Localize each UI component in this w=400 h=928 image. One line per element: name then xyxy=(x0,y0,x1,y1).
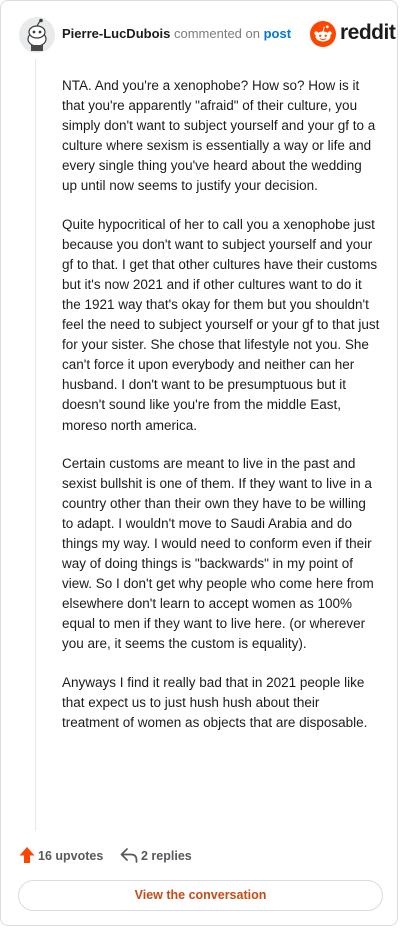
comment-paragraph: Quite hypocritical of her to call you a … xyxy=(62,216,380,433)
thread-line[interactable] xyxy=(35,59,36,831)
username[interactable]: Pierre-LucDubois xyxy=(62,26,170,41)
comment-header: Pierre-LucDubois commented on post reddi… xyxy=(17,15,396,55)
reply-count[interactable]: 2 replies xyxy=(141,849,192,863)
upvote-count: 16 upvotes xyxy=(38,849,104,863)
reddit-snoo-icon xyxy=(310,21,336,47)
comment-card: Pierre-LucDubois commented on post reddi… xyxy=(0,0,398,926)
view-conversation-button[interactable]: View the conversation xyxy=(18,880,383,911)
reply-arrow-icon[interactable] xyxy=(120,846,138,864)
post-link[interactable]: post xyxy=(264,26,291,41)
upvote-arrow-icon[interactable] xyxy=(19,846,35,864)
comment-paragraph: NTA. And you're a xenophobe? How so? How… xyxy=(62,78,376,194)
comment-footer: 16 upvotes 2 replies xyxy=(17,844,381,868)
avatar-icon[interactable] xyxy=(19,17,55,53)
comment-body: NTA. And you're a xenophobe? How so? How… xyxy=(62,76,380,751)
action-text: commented on xyxy=(173,26,260,41)
comment-paragraph: Anyways I find it really bad that in 202… xyxy=(62,674,368,730)
brand-wordmark: reddit xyxy=(340,21,396,44)
user-line: Pierre-LucDubois commented on post xyxy=(62,26,291,41)
comment-paragraph: Certain customs are meant to live in the… xyxy=(62,455,374,652)
reddit-logo[interactable]: reddit xyxy=(310,21,396,49)
